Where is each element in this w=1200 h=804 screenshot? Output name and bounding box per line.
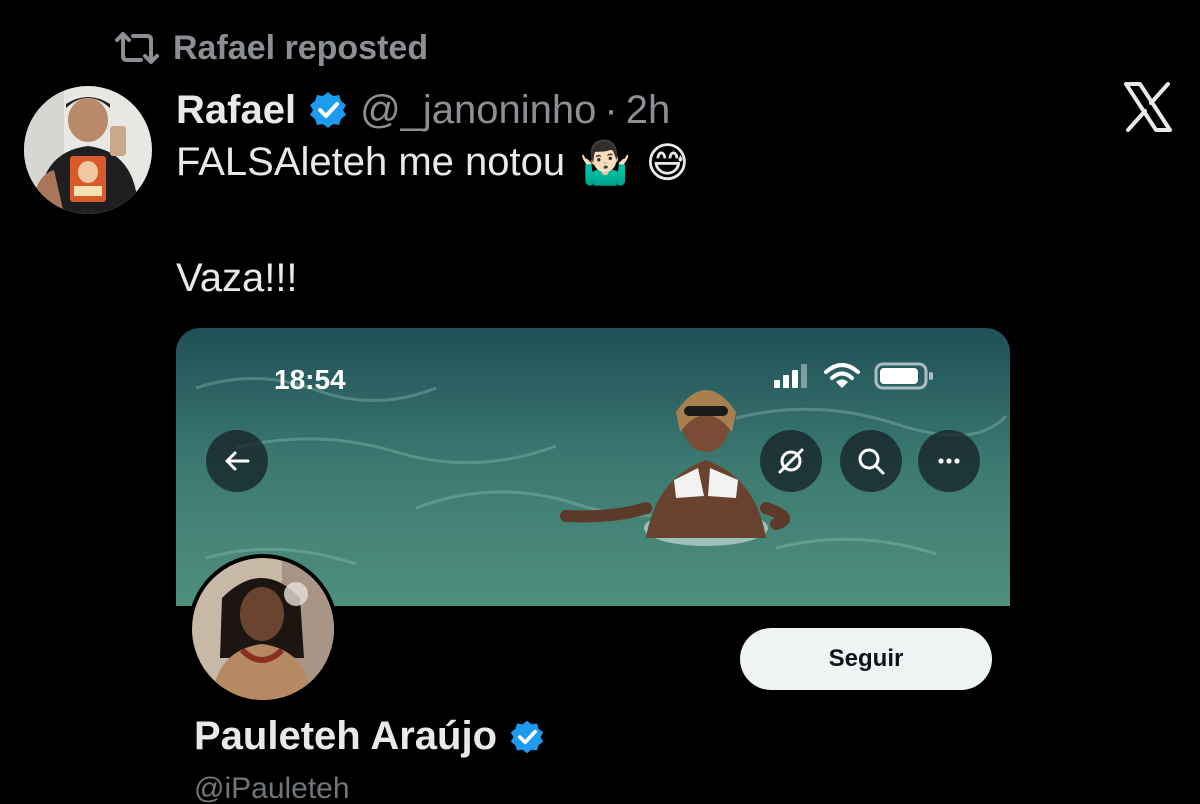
battery-icon <box>874 362 933 390</box>
back-button[interactable] <box>206 430 268 492</box>
separator-dot: · <box>604 87 618 132</box>
more-horizontal-icon <box>938 458 960 464</box>
search-button[interactable] <box>840 430 902 492</box>
profile-handle: @iPauleteh <box>194 772 350 804</box>
repost-text: Rafael reposted <box>173 28 429 67</box>
post-text: FALSAleteh me notou <box>176 140 566 184</box>
signal-icon <box>774 364 807 388</box>
repost-icon <box>115 32 159 64</box>
author-name[interactable]: Rafael <box>176 88 296 133</box>
sweat-smile-emoji: 😅 <box>645 138 690 186</box>
grok-button[interactable] <box>760 430 822 492</box>
status-bar-time: 18:54 <box>274 364 346 395</box>
author-handle[interactable]: @_janoninho <box>360 88 596 133</box>
search-icon <box>858 448 885 475</box>
shrug-emoji: 🤷🏻‍♂️ <box>579 138 632 186</box>
profile-name-row: Pauleteh Araújo <box>194 714 545 759</box>
grok-icon <box>778 448 804 474</box>
verified-badge-icon <box>310 92 347 128</box>
post-media-image[interactable]: 18:54 Seguir Pauleteh Araújo @iPauleteh <box>176 328 1010 804</box>
post-timestamp[interactable]: 2h <box>626 88 671 133</box>
post-text-line-1: FALSAleteh me notou 🤷🏻‍♂️ 😅 <box>176 140 689 185</box>
repost-indicator[interactable]: Rafael reposted <box>115 26 428 70</box>
verified-badge-icon <box>510 720 544 753</box>
profile-avatar[interactable] <box>188 554 338 704</box>
profile-name: Pauleteh Araújo <box>194 714 498 758</box>
wifi-icon <box>824 363 860 388</box>
more-options-button[interactable] <box>918 430 980 492</box>
post-header: Rafael @_janoninho · 2h <box>176 80 670 140</box>
post-text-line-2: Vaza!!! <box>176 256 298 300</box>
follow-button[interactable]: Seguir <box>740 628 992 690</box>
arrow-left-icon <box>225 451 250 471</box>
author-avatar[interactable] <box>24 86 152 214</box>
x-logo-icon <box>1124 82 1172 132</box>
status-bar-icons <box>774 362 936 390</box>
